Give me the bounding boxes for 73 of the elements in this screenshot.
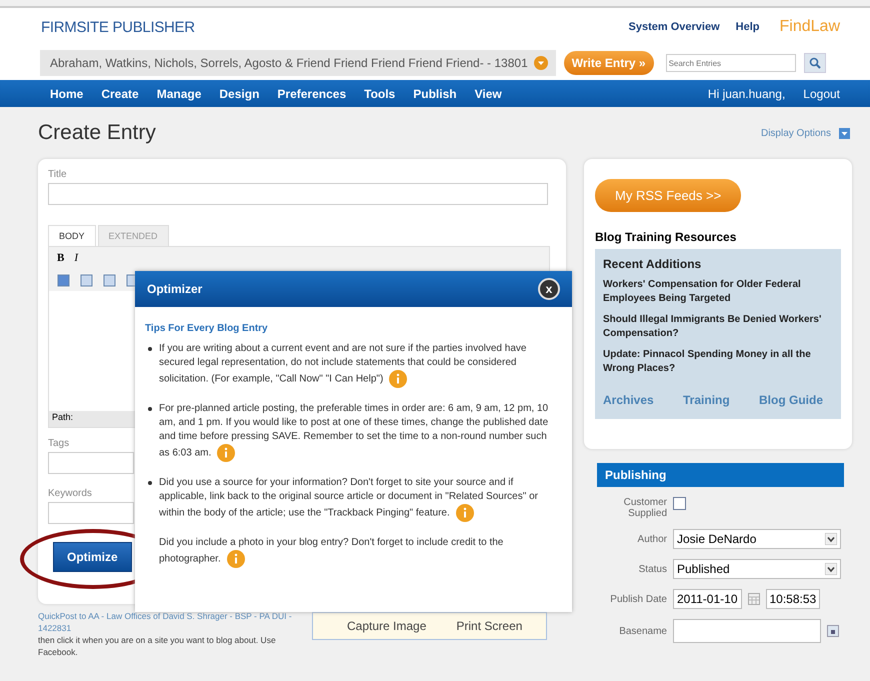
dropdown[interactable]: Josie DeNardo [673, 529, 841, 549]
footer-text: Facebook. [38, 646, 79, 658]
nav-item[interactable]: Design [219, 86, 260, 100]
header-link[interactable]: System Overview [628, 21, 720, 33]
bullet-icon [148, 481, 152, 485]
basename-field[interactable] [673, 619, 821, 643]
search-button[interactable] [804, 53, 826, 73]
info-icon[interactable] [226, 550, 245, 568]
date-field[interactable]: 2011-01-10 [673, 589, 742, 609]
nav-item[interactable]: Tools [364, 86, 396, 100]
calendar-icon[interactable] [748, 593, 760, 605]
field-label: Author [636, 534, 667, 544]
footer-text: then click it when you are on a site you want to blog about. Use [38, 634, 277, 646]
info-icon[interactable] [389, 370, 408, 388]
logout-link[interactable]: Logout [803, 86, 840, 100]
bold-button[interactable]: B [57, 252, 64, 264]
dropdown[interactable]: Published [673, 559, 841, 579]
nav-item[interactable]: Preferences [277, 86, 346, 100]
keywords-field[interactable] [48, 502, 134, 524]
article-link[interactable]: Workers' Compensation for Older Federal Employees Being Targeted [603, 278, 833, 306]
greeting: Hi juan.huang, [708, 86, 786, 100]
page-title: Create Entry [38, 121, 156, 145]
article-link[interactable]: Should Illegal Immigrants Be Denied Workers' Compensation? [603, 313, 833, 341]
optimize-button[interactable]: Optimize [53, 542, 132, 572]
dropdown-arrow-icon [825, 533, 837, 545]
expand-icon [839, 128, 850, 138]
section-title: Blog Training Resources [595, 230, 736, 244]
checkbox[interactable] [673, 497, 686, 510]
nav-item[interactable]: Manage [156, 86, 202, 100]
italic-button[interactable]: I [74, 252, 78, 264]
time-field[interactable]: 10:58:53 [766, 589, 820, 609]
path-label: Path: [52, 412, 74, 422]
field-label: Tags [48, 438, 70, 449]
panel-header: Publishing [597, 463, 844, 487]
info-icon[interactable] [456, 504, 474, 522]
dropdown-arrow-icon [825, 563, 837, 575]
bullet-icon [148, 347, 152, 351]
tags-field[interactable] [48, 452, 134, 474]
lock-icon[interactable] [827, 625, 839, 637]
section-heading: Recent Additions [603, 257, 702, 271]
title-field[interactable] [48, 183, 548, 205]
info-icon[interactable] [217, 444, 236, 462]
search-field[interactable]: Search Entries [666, 54, 796, 72]
logo: FindLaw [780, 18, 840, 36]
nav-item[interactable]: View [474, 86, 502, 100]
header-link[interactable]: Help [736, 21, 760, 33]
nav-item[interactable]: Create [101, 86, 139, 100]
nav-item[interactable]: Publish [413, 86, 457, 100]
dropdown-icon [534, 56, 548, 70]
dialog-title: Optimizer [147, 282, 202, 296]
display-options-link[interactable]: Display Options [760, 128, 850, 138]
search-icon [808, 57, 821, 69]
capture-label[interactable]: Print Screen [456, 619, 522, 633]
tip-text: Did you use a source for your information? Don't forget to site your source and if applicable, link back to the original source article or document in "Related Sources" or within the body of the article; use the "Trackback Pinging" feature. [159, 476, 554, 522]
field-label: Keywords [48, 488, 92, 499]
tips-heading: Tips For Every Blog Entry [145, 323, 269, 334]
capture-label[interactable]: Capture Image [347, 619, 426, 633]
field-label: Publish Date [609, 594, 667, 604]
quickpost-link[interactable]: QuickPost to AA - Law Offices of David S. Shrager - BSP - PA DUI - 1422831 [38, 610, 308, 634]
tip-text: For pre-planned article posting, the preferable times in order are: 6 am, 9 am, 12 pm, 10 am, and 1 pm. If you would like to post at one of these times, change the published date and time before pressing SAVE. Remember to set the time to a non-round number such as 6:03 am. [159, 402, 554, 462]
nav-item[interactable]: Home [50, 86, 84, 100]
bullet-icon [148, 407, 152, 411]
brand-title: FIRMSITE PUBLISHER [41, 18, 195, 36]
field-label: Status [638, 564, 667, 574]
field-label: Customer Supplied [622, 497, 667, 519]
field-label: Basename [618, 626, 667, 636]
tip-text: Did you include a photo in your blog entry? Don't forget to include credit to the photographer. [159, 536, 554, 568]
article-link[interactable]: Update: Pinnacol Spending Money in all the Wrong Places? [603, 348, 833, 376]
close-button[interactable]: x [538, 278, 560, 300]
editor-tab[interactable]: BODY [48, 225, 96, 246]
tip-text: If you are writing about a current event and are not sure if the parties involved have secured legal representation, do not include statements that could be considered solicitation. (For example, "Call Now" "I Can Help") [159, 342, 554, 388]
field-label: Title [48, 169, 67, 180]
firm-selector[interactable]: Abraham, Watkins, Nichols, Sorrels, Agosto & Friend Friend Friend Friend Friend- - 13801 [40, 50, 556, 76]
